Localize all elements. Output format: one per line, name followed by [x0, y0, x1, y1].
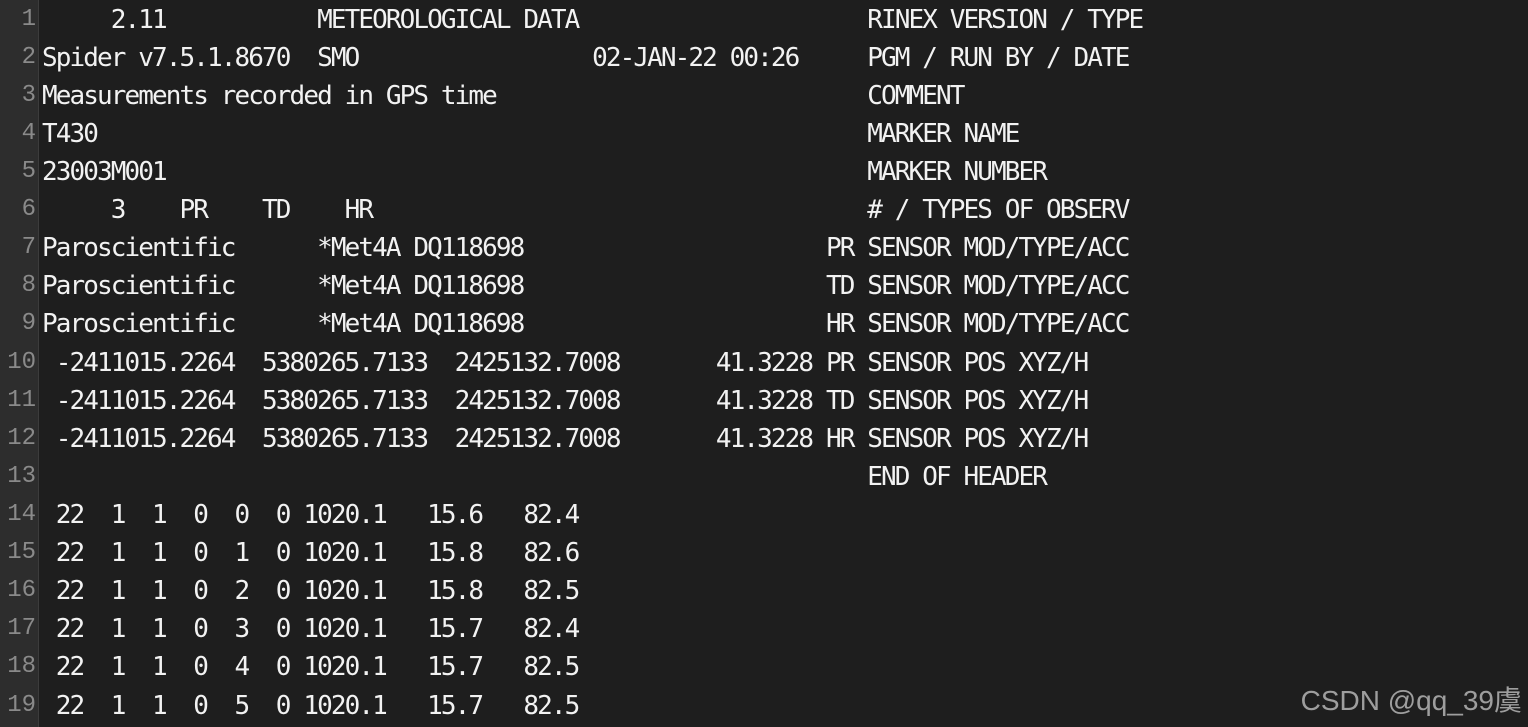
- line-number: 8: [21, 272, 36, 299]
- code-line[interactable]: Measurements recorded in GPS time COMMEN…: [42, 77, 965, 115]
- code-line[interactable]: -2411015.2264 5380265.7133 2425132.7008 …: [42, 420, 1089, 458]
- code-line[interactable]: -2411015.2264 5380265.7133 2425132.7008 …: [42, 344, 1089, 382]
- code-line[interactable]: Paroscientific *Met4A DQ118698 HR SENSOR…: [42, 305, 1130, 343]
- text-editor[interactable]: 1 2 3 4 5 6 7 8 9 10 11 12 13 14 15 16 1…: [0, 0, 1528, 727]
- line-number: 10: [7, 349, 36, 376]
- code-line[interactable]: END OF HEADER: [42, 458, 1048, 496]
- code-line[interactable]: 3 PR TD HR # / TYPES OF OBSERV: [42, 191, 1131, 229]
- line-number: 1: [21, 6, 36, 33]
- code-line[interactable]: T430 MARKER NAME: [42, 115, 1020, 153]
- line-number: 11: [7, 387, 36, 414]
- code-line[interactable]: 22 1 1 0 4 0 1020.1 15.7 82.5: [42, 648, 581, 686]
- line-number: 14: [7, 501, 36, 528]
- line-number: 6: [21, 196, 36, 223]
- code-line[interactable]: -2411015.2264 5380265.7133 2425132.7008 …: [42, 382, 1089, 420]
- watermark: CSDN @qq_39虞: [1300, 685, 1522, 716]
- line-number: 9: [21, 310, 36, 337]
- line-number: 4: [21, 120, 36, 147]
- line-number: 15: [7, 539, 36, 566]
- code-line[interactable]: Spider v7.5.1.8670 SMO 02-JAN-22 00:26 P…: [42, 39, 1130, 77]
- code-line[interactable]: 22 1 1 0 5 0 1020.1 15.7 82.5: [42, 687, 581, 725]
- line-number: 7: [21, 234, 36, 261]
- line-number-gutter: 1 2 3 4 5 6 7 8 9 10 11 12 13 14 15 16 1…: [0, 0, 39, 727]
- code-line[interactable]: 22 1 1 0 2 0 1020.1 15.8 82.5: [42, 572, 581, 610]
- line-number: 18: [7, 653, 36, 680]
- line-number: 17: [7, 615, 36, 642]
- line-number: 19: [7, 692, 36, 719]
- line-number: 12: [7, 425, 36, 452]
- code-line[interactable]: 22 1 1 0 1 0 1020.1 15.8 82.6: [42, 534, 581, 572]
- code-line[interactable]: 22 1 1 0 0 0 1020.1 15.6 82.4: [42, 496, 581, 534]
- line-number: 5: [21, 158, 36, 185]
- code-line[interactable]: Paroscientific *Met4A DQ118698 TD SENSOR…: [42, 267, 1130, 305]
- line-number: 16: [7, 577, 36, 604]
- code-line[interactable]: 22 1 1 0 3 0 1020.1 15.7 82.4: [42, 610, 581, 648]
- line-number: 13: [7, 463, 36, 490]
- line-number: 2: [21, 44, 36, 71]
- code-line[interactable]: Paroscientific *Met4A DQ118698 PR SENSOR…: [42, 229, 1130, 267]
- line-number: 3: [21, 82, 36, 109]
- code-line[interactable]: 23003M001 MARKER NUMBER: [42, 153, 1048, 191]
- code-line[interactable]: 2.11 METEOROLOGICAL DATA RINEX VERSION /…: [42, 1, 1144, 39]
- code-area[interactable]: 2.11 METEOROLOGICAL DATA RINEX VERSION /…: [42, 0, 1522, 727]
